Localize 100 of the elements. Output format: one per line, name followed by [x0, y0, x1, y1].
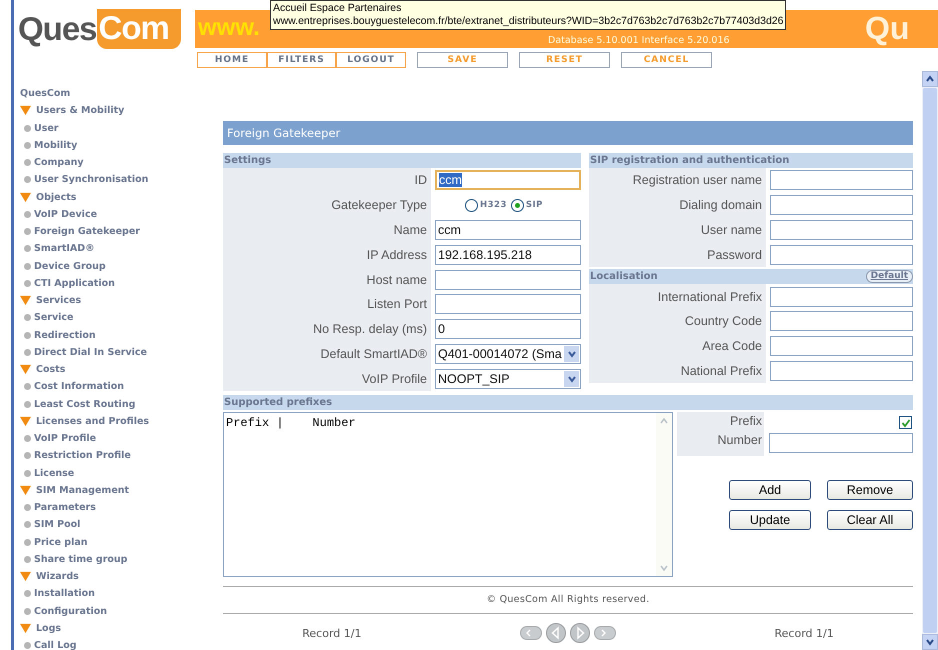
field-label: No Resp. delay (ms)	[313, 322, 427, 336]
chevron-down-icon[interactable]	[566, 374, 576, 384]
triangle-icon[interactable]	[20, 192, 31, 203]
section-header: Supported prefixes	[223, 395, 913, 410]
sidebar-item[interactable]: Redirection	[34, 326, 96, 344]
sidebar-group[interactable]: Licenses and Profiles	[36, 412, 150, 430]
sidebar-group[interactable]: Wizards	[36, 568, 79, 586]
sidebar-item[interactable]: Configuration	[34, 602, 108, 620]
sidebar-item[interactable]: Price plan	[34, 534, 88, 551]
sidebar-item[interactable]: Company	[34, 154, 84, 172]
nav-button[interactable]: HOME	[197, 52, 267, 68]
dropdown[interactable]: Q401-00014072 (Sma	[435, 344, 581, 364]
radio-button[interactable]	[510, 198, 524, 212]
chevron-up-icon[interactable]	[925, 74, 935, 84]
input-field[interactable]	[435, 270, 581, 290]
triangle-icon[interactable]	[20, 484, 31, 496]
field-label: National Prefix	[680, 364, 762, 378]
sidebar-item[interactable]: Restriction Profile	[34, 447, 131, 464]
nav-button[interactable]: LOGOUT	[336, 52, 406, 68]
sidebar-group[interactable]: Costs	[36, 361, 66, 378]
input-field[interactable]	[770, 244, 913, 265]
sidebar-item[interactable]: Installation	[34, 585, 95, 602]
next-icon[interactable]	[570, 623, 590, 644]
input-field[interactable]	[770, 311, 913, 332]
checkbox[interactable]	[899, 416, 912, 430]
input-field[interactable]	[435, 294, 581, 314]
sidebar-item[interactable]: Foreign Gatekeeper	[34, 223, 140, 240]
sidebar-group[interactable]: Logs	[36, 620, 62, 637]
sidebar-group[interactable]: Services	[36, 292, 82, 310]
form-button[interactable]: Clear All	[827, 510, 913, 530]
sidebar-item[interactable]: Share time group	[34, 550, 128, 568]
last-icon[interactable]	[594, 626, 616, 640]
default-button[interactable]: Default	[866, 270, 913, 284]
input-field[interactable]: ccm	[435, 220, 581, 240]
triangle-icon[interactable]	[20, 622, 31, 634]
prefix-list[interactable]: Prefix | Number	[223, 412, 673, 578]
sidebar-group[interactable]: Users & Mobility	[36, 102, 124, 120]
sidebar-item[interactable]: Parameters	[34, 499, 96, 516]
input-field[interactable]	[770, 360, 913, 381]
sidebar-item[interactable]: License	[34, 464, 74, 482]
radio-label: SIP	[526, 200, 543, 210]
sidebar-item[interactable]: Mobility	[34, 136, 78, 154]
bullet-icon	[24, 590, 31, 598]
sidebar-item[interactable]: CTI Application	[34, 274, 115, 292]
sidebar-item[interactable]: Service	[34, 309, 74, 326]
sidebar-item[interactable]: Cost Information	[34, 378, 124, 396]
input-field[interactable]	[770, 336, 913, 356]
field-label: Dialing domain	[679, 198, 762, 212]
bullet-icon	[24, 452, 31, 460]
input-field[interactable]	[770, 286, 913, 307]
radio-button[interactable]	[465, 198, 478, 212]
sidebar-root[interactable]: QuesCom	[14, 85, 195, 102]
sidebar-item[interactable]: Call Log	[34, 637, 77, 650]
chevron-down-icon[interactable]	[566, 348, 576, 359]
input-field[interactable]	[770, 170, 913, 190]
input-field[interactable]	[769, 433, 913, 454]
list-header: Prefix | Number	[225, 415, 357, 432]
field-label: Default SmartIAD®	[320, 346, 427, 361]
sidebar-item[interactable]: User Synchronisation	[34, 171, 148, 188]
scrollbar[interactable]	[922, 71, 938, 650]
input-field[interactable]	[770, 220, 913, 240]
sidebar-item[interactable]: VoIP Profile	[34, 430, 96, 448]
bullet-icon	[24, 470, 31, 477]
triangle-icon[interactable]	[20, 571, 31, 582]
sidebar-item[interactable]: User	[34, 120, 58, 137]
triangle-icon[interactable]	[20, 416, 31, 427]
bullet-icon	[24, 245, 31, 252]
field-label: VoIP Profile	[362, 372, 427, 386]
input-field[interactable]: ccm	[435, 170, 581, 190]
record-counter: Record 1/1	[302, 626, 362, 640]
field-label: Number	[718, 432, 762, 450]
triangle-icon[interactable]	[20, 295, 31, 306]
sidebar-item[interactable]: Direct Dial In Service	[34, 344, 147, 361]
input-field[interactable]: 192.168.195.218	[435, 244, 581, 265]
form-button[interactable]: Remove	[827, 480, 913, 500]
nav-button[interactable]: FILTERS	[267, 52, 336, 68]
sidebar-item[interactable]: Least Cost Routing	[34, 396, 136, 413]
sidebar-group[interactable]: Objects	[36, 188, 76, 206]
sidebar-item[interactable]: VoIP Device	[34, 206, 98, 223]
form-button[interactable]: Add	[729, 480, 811, 500]
sidebar-item[interactable]: Device Group	[34, 258, 106, 275]
sidebar-group[interactable]: SIM Management	[36, 482, 130, 499]
sidebar-item[interactable]: SmartIAD®	[34, 240, 95, 258]
triangle-icon[interactable]	[20, 364, 31, 376]
field-label: ID	[414, 173, 427, 188]
bullet-icon	[24, 314, 31, 322]
bullet-icon	[24, 262, 31, 270]
radio-label: H323	[480, 200, 507, 210]
input-field[interactable]	[770, 195, 913, 216]
field-label: Name	[394, 222, 427, 237]
chevron-down-icon[interactable]	[925, 637, 935, 647]
previous-icon[interactable]	[546, 623, 566, 644]
form-button[interactable]: Update	[729, 510, 811, 530]
sidebar-item[interactable]: SIM Pool	[34, 516, 80, 534]
field-label: Registration user name	[632, 173, 762, 188]
section-header: Localisation	[590, 270, 658, 284]
first-icon[interactable]	[520, 626, 542, 640]
input-field[interactable]: 0	[435, 319, 581, 340]
dropdown[interactable]: NOOPT_SIP	[435, 368, 581, 389]
triangle-icon[interactable]	[20, 105, 31, 116]
